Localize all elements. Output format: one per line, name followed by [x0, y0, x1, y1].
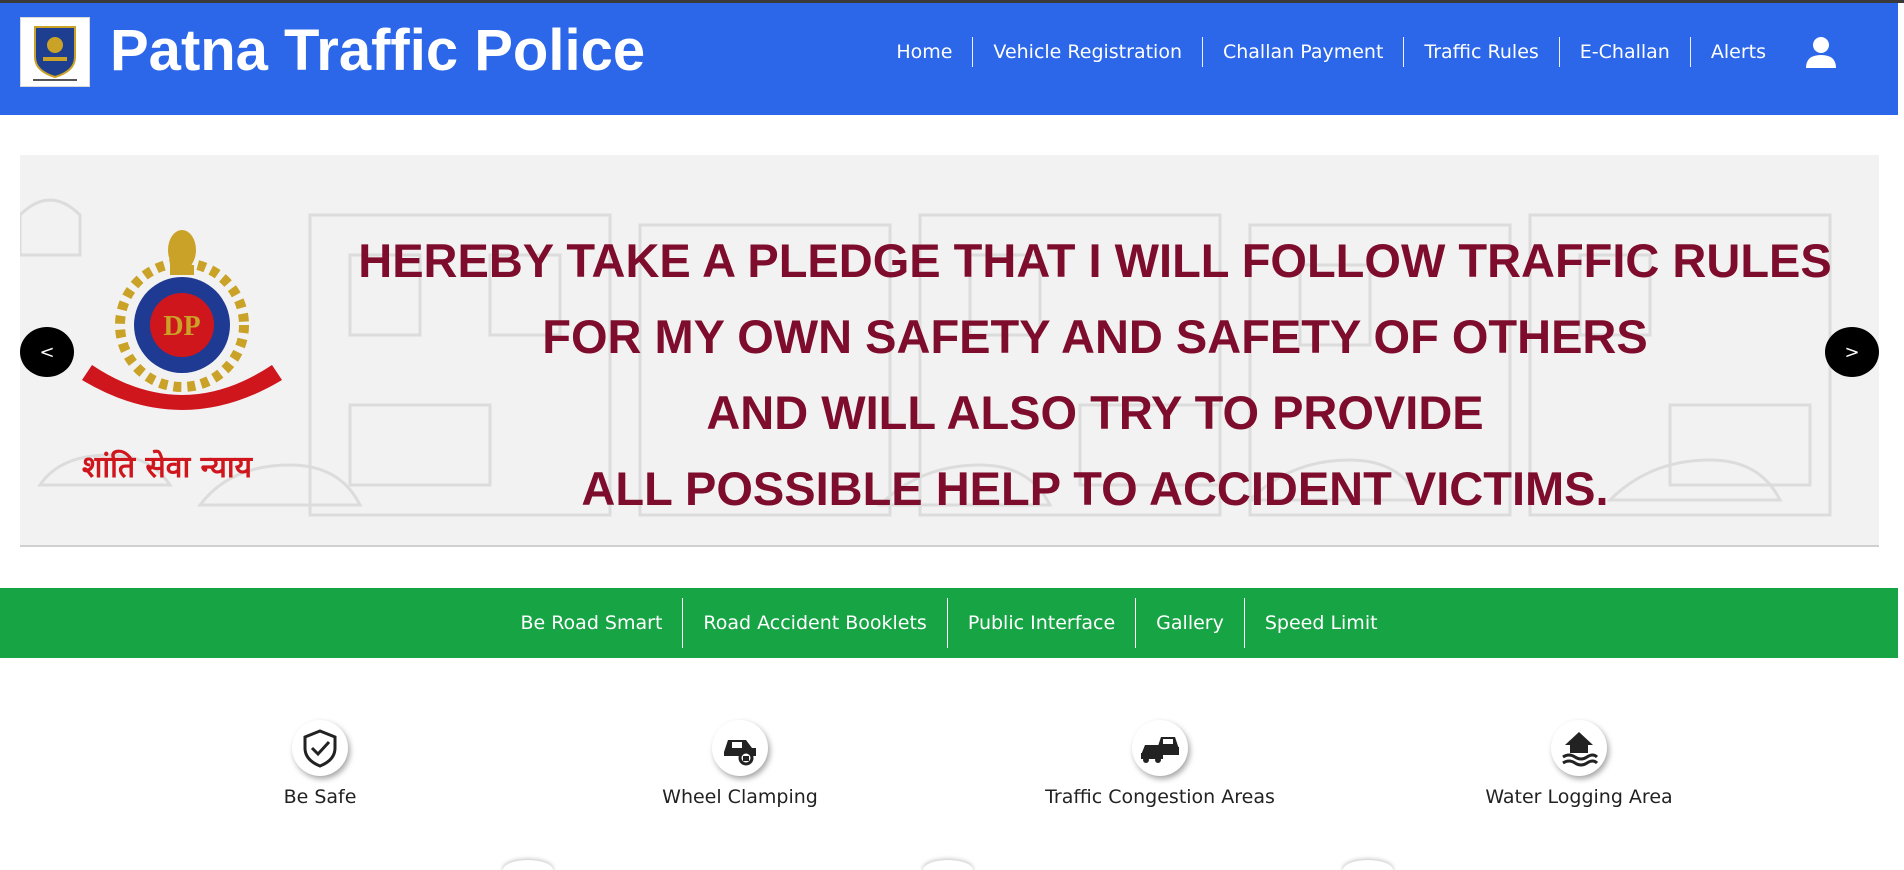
pledge-carousel: DP शांति सेवा न्याय HEREBY TAKE A PLEDGE… [20, 155, 1879, 547]
nav-traffic-rules[interactable]: Traffic Rules [1404, 37, 1558, 67]
feature-wheel-clamping[interactable]: Wheel Clamping [590, 720, 890, 808]
subnav-speed-limit[interactable]: Speed Limit [1245, 598, 1398, 648]
nav-divider [972, 37, 974, 67]
feature-label: Traffic Congestion Areas [1045, 786, 1275, 808]
site-title: Patna Traffic Police [110, 18, 646, 83]
partial-feature-icon[interactable] [923, 860, 973, 870]
nav-vehicle-registration[interactable]: Vehicle Registration [973, 37, 1202, 67]
nav-divider [1201, 37, 1203, 67]
feature-traffic-congestion-areas[interactable]: Traffic Congestion Areas [1010, 720, 1310, 808]
feature-label: Be Safe [283, 786, 357, 808]
shield-check-icon [292, 720, 348, 776]
pledge-line: ALL POSSIBLE HELP TO ACCIDENT VICTIMS. [581, 462, 1609, 515]
hindi-motto: शांति सेवा न्याय [82, 450, 253, 485]
pledge-text: HEREBY TAKE A PLEDGE THAT I WILL FOLLOW … [330, 223, 1860, 527]
nav-alerts[interactable]: Alerts [1691, 37, 1786, 67]
pledge-line: AND WILL ALSO TRY TO PROVIDE [706, 386, 1484, 439]
nav-divider [1403, 37, 1405, 67]
nav-home[interactable]: Home [876, 37, 972, 67]
wheel-clamp-icon [712, 720, 768, 776]
feature-label: Wheel Clamping [662, 786, 818, 808]
secondary-nav: Be Road Smart Road Accident Booklets Pub… [0, 588, 1898, 658]
partial-feature-icon[interactable] [1343, 860, 1393, 870]
partial-feature-icon[interactable] [503, 860, 553, 870]
carousel-prev-button[interactable]: < [20, 327, 74, 377]
feature-label: Water Logging Area [1485, 786, 1673, 808]
nav-e-challan[interactable]: E-Challan [1560, 37, 1690, 67]
bihar-police-logo[interactable] [20, 17, 90, 87]
user-account-icon[interactable] [1804, 35, 1838, 69]
svg-text:DP: DP [163, 311, 200, 342]
pledge-line: FOR MY OWN SAFETY AND SAFETY OF OTHERS [542, 310, 1648, 363]
subnav-gallery[interactable]: Gallery [1136, 598, 1244, 648]
main-nav: Home Vehicle Registration Challan Paymen… [876, 35, 1838, 69]
nav-divider [1558, 37, 1560, 67]
subnav-public-interface[interactable]: Public Interface [948, 598, 1135, 648]
subnav-be-road-smart[interactable]: Be Road Smart [500, 598, 682, 648]
carousel-next-button[interactable]: > [1825, 327, 1879, 377]
pledge-line: HEREBY TAKE A PLEDGE THAT I WILL FOLLOW … [358, 234, 1832, 287]
delhi-police-emblem: DP [82, 230, 282, 410]
nav-challan-payment[interactable]: Challan Payment [1203, 37, 1403, 67]
traffic-cars-icon [1132, 720, 1188, 776]
nav-divider [1689, 37, 1691, 67]
feature-water-logging-area[interactable]: Water Logging Area [1429, 720, 1729, 808]
logo-emblem-icon [33, 26, 77, 81]
flooded-house-icon [1551, 720, 1607, 776]
site-header: Patna Traffic Police Home Vehicle Regist… [0, 3, 1898, 115]
subnav-road-accident-booklets[interactable]: Road Accident Booklets [683, 598, 946, 648]
feature-be-safe[interactable]: Be Safe [170, 720, 470, 808]
